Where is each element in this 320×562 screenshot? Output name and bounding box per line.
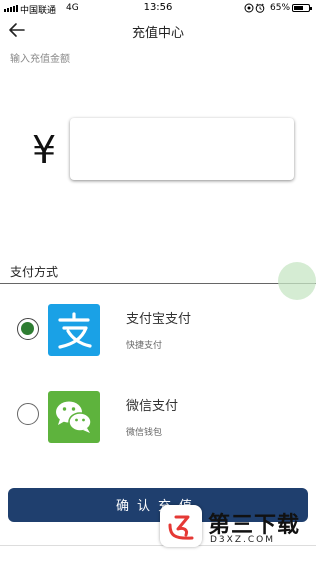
divider <box>0 283 316 284</box>
battery-percent: 65% <box>270 3 291 13</box>
watermark: 第三下载 D3XZ.COM <box>160 505 310 557</box>
amount-hint: 输入充值金额 <box>10 54 70 65</box>
currency-symbol: ¥ <box>32 128 57 172</box>
lock-rotation-alarm-icon <box>244 3 265 13</box>
radio-alipay[interactable] <box>17 318 39 340</box>
amount-input[interactable] <box>70 118 294 180</box>
option-subtitle: 微信钱包 <box>126 428 163 438</box>
option-name: 支付宝支付 <box>126 312 192 327</box>
status-bar: 中国联通 4G 13:56 65% <box>0 0 316 16</box>
payment-option-alipay[interactable]: 支付宝支付 快捷支付 <box>0 300 316 360</box>
option-name: 微信支付 <box>126 399 179 414</box>
payment-method-label: 支付方式 <box>10 265 59 279</box>
radio-wechat[interactable] <box>17 403 39 425</box>
battery-icon <box>292 4 312 12</box>
payment-option-wechat[interactable]: 微信支付 微信钱包 <box>0 387 316 447</box>
watermark-logo <box>160 505 202 547</box>
page-title: 充值中心 <box>131 26 184 41</box>
watermark-subtitle: D3XZ.COM <box>210 535 275 545</box>
wechat-icon <box>48 391 100 443</box>
touch-ripple <box>278 262 316 300</box>
option-subtitle: 快捷支付 <box>126 341 163 351</box>
alipay-icon <box>48 304 100 356</box>
